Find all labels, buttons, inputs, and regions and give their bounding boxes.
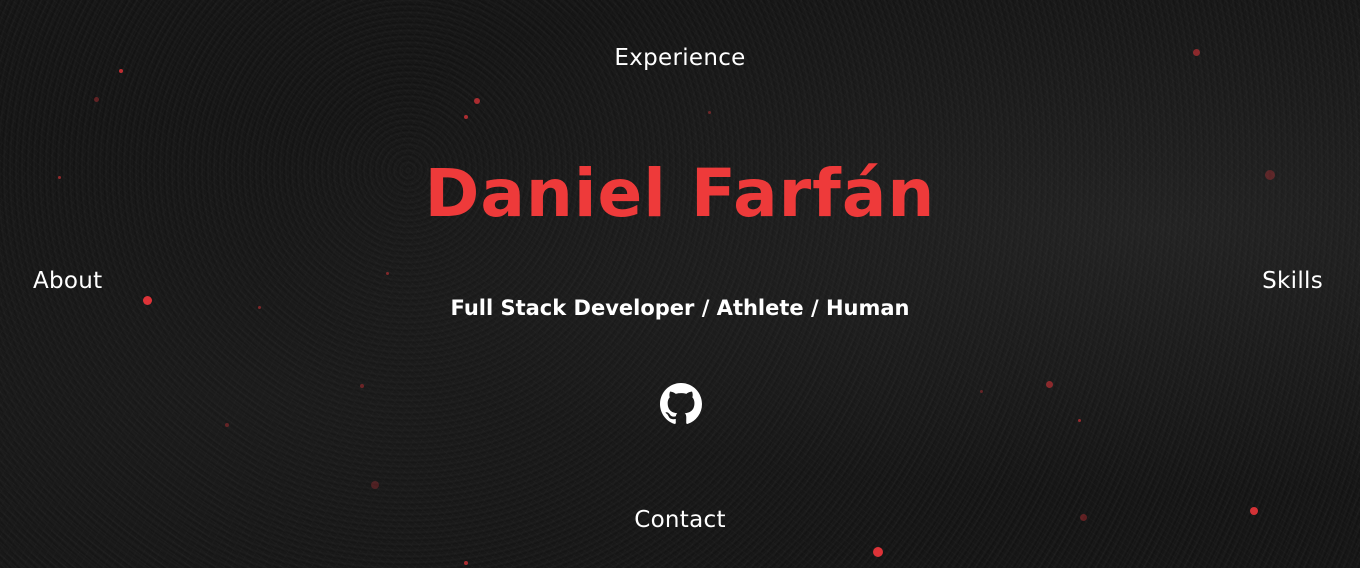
particle (873, 547, 883, 557)
nav-link-skills[interactable]: Skills (1262, 268, 1323, 294)
particle (980, 390, 983, 393)
nav-link-about[interactable]: About (33, 268, 103, 294)
background-texture (0, 0, 1360, 568)
particle (371, 481, 379, 489)
particle (474, 98, 480, 104)
particle (1078, 419, 1081, 422)
particle (464, 561, 468, 565)
page-subtitle: Full Stack Developer / Athlete / Human (450, 296, 910, 320)
particle (360, 384, 364, 388)
particle (94, 97, 99, 102)
particle (225, 423, 229, 427)
github-icon (660, 383, 702, 424)
page-title: Daniel Farfán (424, 155, 936, 232)
particle (464, 115, 468, 119)
nav-link-experience[interactable]: Experience (0, 45, 1360, 71)
particle (386, 272, 389, 275)
nav-link-contact[interactable]: Contact (0, 507, 1360, 533)
particle (708, 111, 711, 114)
particle (1046, 381, 1053, 388)
github-link[interactable] (660, 383, 702, 425)
